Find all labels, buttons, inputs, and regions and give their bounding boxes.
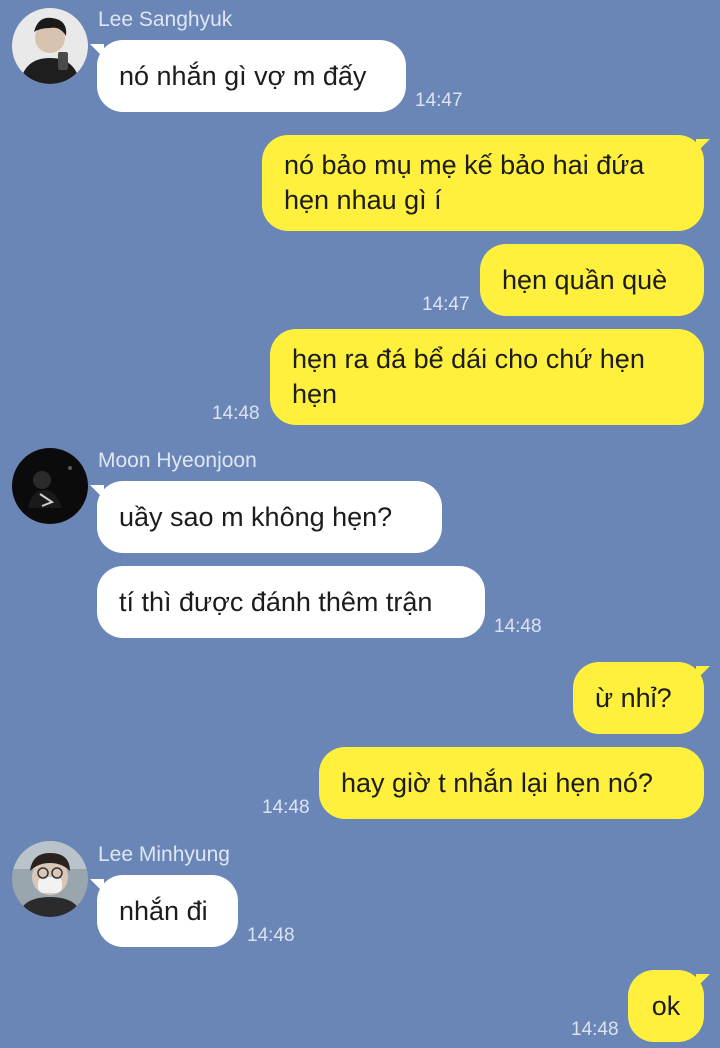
- message-text: hay giờ t nhắn lại hẹn nó?: [341, 767, 653, 798]
- message-timestamp: 14:48: [262, 797, 310, 818]
- message-timestamp: 14:48: [212, 403, 260, 424]
- message-text-line: hẹn: [292, 379, 338, 409]
- message-bubble-outgoing[interactable]: ừ nhỉ?: [573, 662, 704, 734]
- message-timestamp: 14:48: [494, 616, 542, 637]
- message-timestamp: 14:48: [247, 925, 295, 946]
- message-bubble-outgoing[interactable]: nó bảo mụ mẹ kế bảo hai đứa hẹn nhau gì …: [262, 135, 704, 231]
- message-bubble-incoming[interactable]: uầy sao m không hẹn?: [97, 481, 442, 553]
- message-bubble-incoming[interactable]: tí thì được đánh thêm trận: [97, 566, 485, 638]
- avatar-photo-icon: [12, 841, 88, 917]
- avatar-lee-sanghyuk[interactable]: [12, 8, 88, 84]
- message-bubble-outgoing[interactable]: hẹn ra đá bể dái cho chứ hẹn hẹn: [270, 329, 704, 425]
- sender-name: Lee Minhyung: [98, 843, 230, 866]
- message-text: hẹn quần què: [502, 264, 668, 295]
- message-bubble-outgoing[interactable]: ok: [628, 970, 704, 1042]
- message-timestamp: 14:48: [571, 1019, 619, 1040]
- sender-name: Lee Sanghyuk: [98, 8, 233, 31]
- message-text-line: hẹn ra đá bể dái cho chứ hẹn: [292, 344, 645, 374]
- message-bubble-outgoing[interactable]: hay giờ t nhắn lại hẹn nó?: [319, 747, 704, 819]
- avatar-lee-minhyung[interactable]: [12, 841, 88, 917]
- message-timestamp: 14:47: [415, 90, 463, 111]
- message-text: uầy sao m không hẹn?: [119, 501, 393, 532]
- message-bubble-incoming[interactable]: nó nhắn gì vợ m đấy: [97, 40, 406, 112]
- chat-thread: Lee Sanghyuk nó nhắn gì vợ m đấy 14:47 n…: [0, 0, 720, 1048]
- message-text: nhắn đi: [119, 895, 208, 926]
- message-text: ừ nhỉ?: [595, 682, 672, 713]
- message-text: tí thì được đánh thêm trận: [119, 586, 433, 617]
- message-text-line: hẹn nhau gì í: [284, 185, 442, 215]
- message-timestamp: 14:47: [422, 294, 470, 315]
- avatar-photo-icon: [12, 8, 88, 84]
- message-bubble-incoming[interactable]: nhắn đi: [97, 875, 238, 947]
- sender-name: Moon Hyeonjoon: [98, 449, 257, 472]
- message-text: ok: [651, 990, 681, 1021]
- avatar-moon-hyeonjoon[interactable]: [12, 448, 88, 524]
- message-text: nó nhắn gì vợ m đấy: [119, 60, 367, 91]
- avatar-photo-icon: [12, 448, 88, 524]
- message-text-line: nó bảo mụ mẹ kế bảo hai đứa: [284, 150, 645, 180]
- message-bubble-outgoing[interactable]: hẹn quần què: [480, 244, 704, 316]
